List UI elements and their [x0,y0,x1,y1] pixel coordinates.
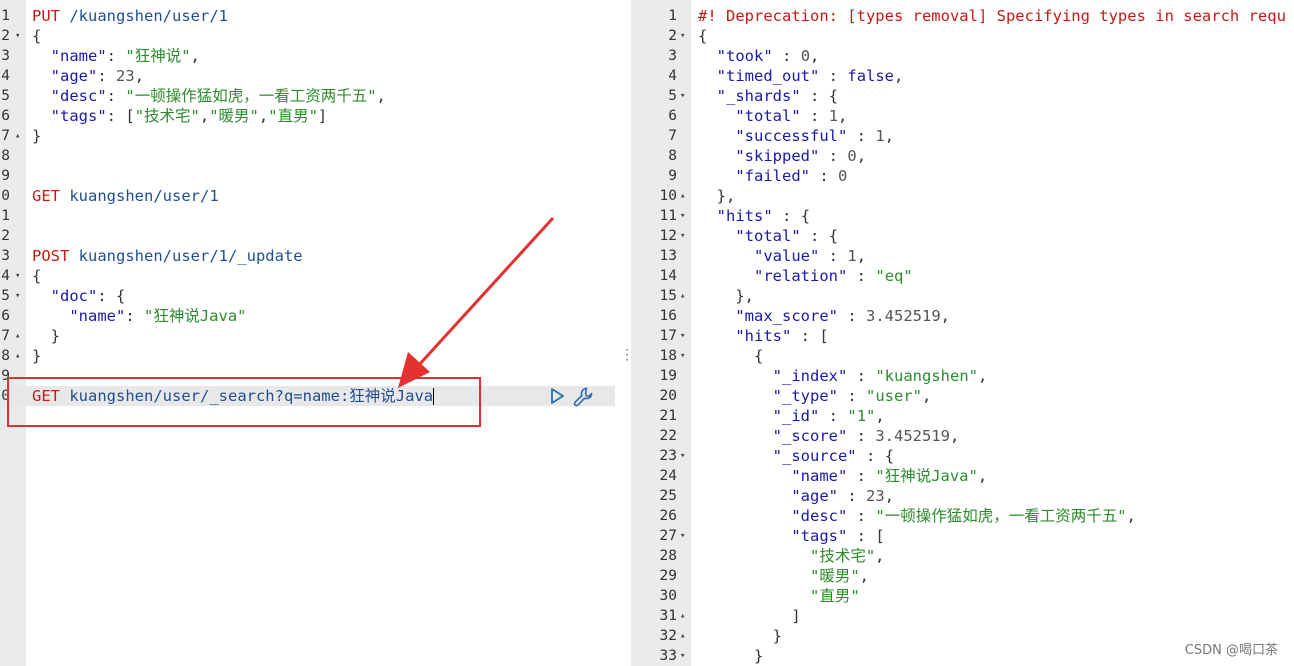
watermark: CSDN @喝口茶 [1184,643,1278,658]
annotation-arrow [398,216,555,388]
